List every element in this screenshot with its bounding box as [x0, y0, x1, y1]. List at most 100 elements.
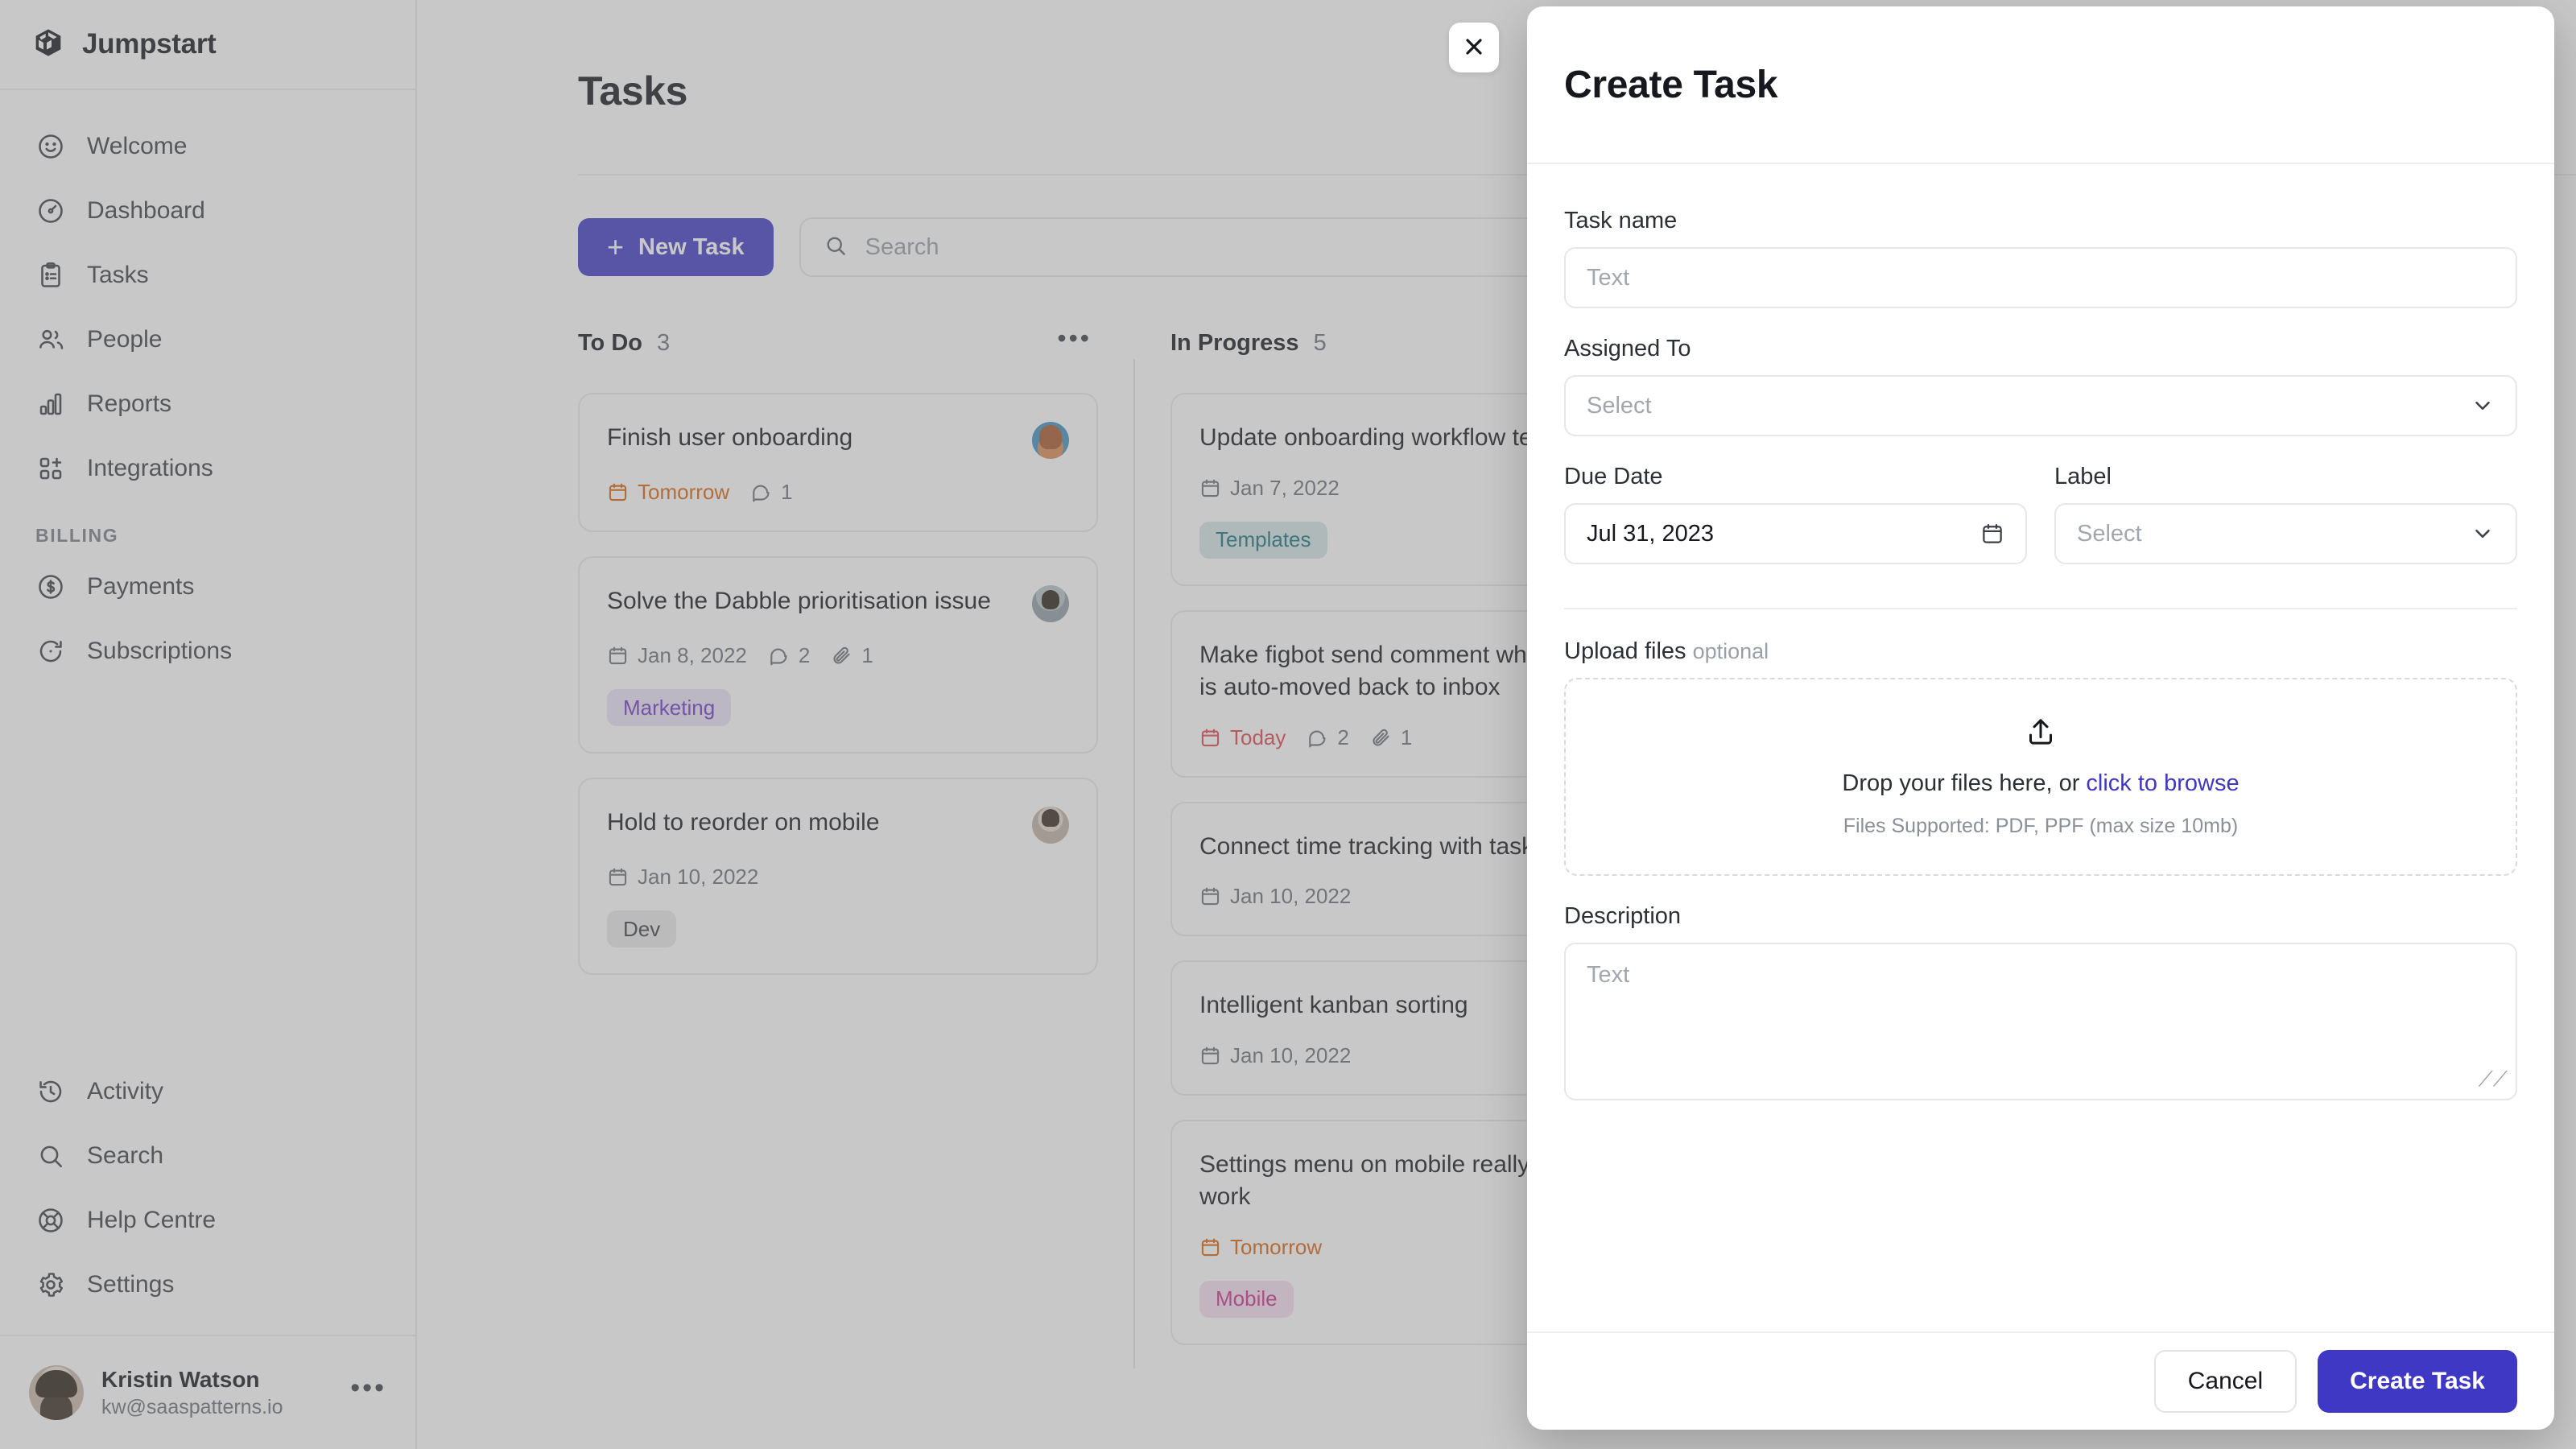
task-name-control[interactable] [1564, 247, 2517, 308]
column-header: To Do 3 ••• [578, 322, 1098, 364]
brand[interactable]: Jumpstart [0, 0, 415, 90]
file-dropzone[interactable]: Drop your files here, or click to browse… [1564, 678, 2517, 876]
sidebar-item-label: Welcome [87, 133, 188, 159]
card-comment-count: 2 [768, 643, 810, 668]
due-date-field: Due Date Jul 31, 2023 [1564, 464, 2027, 564]
paperclip-icon [831, 645, 852, 667]
sidebar-item-label: People [87, 326, 163, 353]
calendar-icon[interactable] [1980, 522, 2004, 546]
sidebar: Jumpstart Welcome Dashboard Tasks People… [0, 0, 417, 1449]
column-menu-icon[interactable]: ••• [1057, 325, 1092, 353]
search-icon [35, 1141, 66, 1171]
calendar-icon [1199, 727, 1221, 749]
status-badge: Dev [607, 910, 677, 947]
sidebar-item-label: Activity [87, 1078, 164, 1104]
card-attachment-count: 1 [831, 643, 873, 668]
sidebar-item-subscriptions[interactable]: Subscriptions [0, 619, 415, 683]
chevron-down-icon [2471, 522, 2495, 546]
create-task-modal: Create Task Task name Assigned To Select… [1527, 6, 2554, 1430]
card-due-date-text: Tomorrow [1230, 1234, 1323, 1259]
calendar-icon [1199, 1236, 1221, 1258]
card-comment-count-text: 2 [1337, 724, 1349, 749]
card-title: Solve the Dabble prioritisation issue [607, 588, 991, 614]
sidebar-user-row[interactable]: Kristin Watson kw@saaspatterns.io ••• [0, 1335, 415, 1449]
card-list: Finish user onboarding Tomorrow 1 Solve … [578, 393, 1098, 975]
new-task-label: New Task [638, 233, 745, 260]
new-task-button[interactable]: + New Task [578, 218, 774, 276]
upload-files-label: Upload files optional [1564, 638, 2517, 665]
smiley-icon [35, 131, 66, 162]
column-title: To Do [578, 329, 642, 356]
status-badge: Templates [1199, 521, 1327, 559]
card-comment-count: 1 [750, 480, 793, 505]
calendar-icon [1199, 477, 1221, 499]
card-attachment-count-text: 1 [1400, 724, 1413, 749]
create-task-submit-button[interactable]: Create Task [2318, 1350, 2517, 1413]
card-due-date-text: Jan 10, 2022 [1230, 884, 1352, 908]
label-select[interactable]: Select [2054, 503, 2517, 564]
description-textarea[interactable] [1587, 962, 2495, 1081]
task-card[interactable]: Finish user onboarding Tomorrow 1 [578, 393, 1098, 532]
due-date-control[interactable]: Jul 31, 2023 [1564, 503, 2027, 564]
status-badge: Marketing [607, 689, 732, 726]
cancel-button[interactable]: Cancel [2153, 1350, 2297, 1413]
task-card[interactable]: Solve the Dabble prioritisation issue Ja… [578, 556, 1098, 753]
dropzone-main-text: Drop your files here, or click to browse [1842, 770, 2239, 797]
sidebar-item-dashboard[interactable]: Dashboard [0, 179, 415, 243]
sidebar-item-activity[interactable]: Activity [0, 1059, 415, 1124]
modal-body: Task name Assigned To Select Due Date Ju… [1527, 164, 2554, 1331]
comment-icon [768, 645, 790, 667]
sidebar-item-label: Tasks [87, 262, 149, 288]
click-to-browse-link[interactable]: click to browse [2086, 770, 2239, 796]
cube-logo-icon [32, 27, 64, 63]
bar-chart-icon [35, 389, 66, 419]
card-meta: Tomorrow 1 [607, 480, 1069, 505]
sidebar-item-help-centre[interactable]: Help Centre [0, 1188, 415, 1253]
sidebar-item-label: Search [87, 1142, 164, 1169]
card-attachment-count-text: 1 [861, 643, 873, 667]
calendar-icon [607, 481, 629, 503]
card-meta: Jan 10, 2022 [607, 865, 1069, 890]
modal-header: Create Task [1527, 6, 2554, 164]
task-card[interactable]: Hold to reorder on mobile Jan 10, 2022 D… [578, 778, 1098, 975]
card-due-date: Jan 10, 2022 [607, 865, 758, 890]
upload-files-label-text: Upload files [1564, 638, 1686, 664]
card-comment-count: 2 [1307, 724, 1349, 750]
dropzone-supported-text: Files Supported: PDF, PPF (max size 10mb… [1843, 815, 2239, 837]
card-meta: Jan 8, 2022 2 1 [607, 643, 1069, 668]
task-name-input[interactable] [1587, 264, 2495, 291]
avatar [1032, 422, 1069, 459]
assigned-to-field: Assigned To Select [1564, 336, 2517, 436]
sidebar-item-welcome[interactable]: Welcome [0, 114, 415, 179]
sidebar-item-reports[interactable]: Reports [0, 372, 415, 436]
due-date-value: Jul 31, 2023 [1587, 520, 1715, 547]
sidebar-item-settings[interactable]: Settings [0, 1253, 415, 1317]
grid-plus-icon [35, 453, 66, 484]
paperclip-icon [1370, 727, 1392, 749]
card-title: Finish user onboarding [607, 424, 853, 451]
card-due-date: Jan 10, 2022 [1199, 1043, 1351, 1068]
calendar-icon [1199, 1045, 1221, 1067]
sidebar-item-tasks[interactable]: Tasks [0, 243, 415, 308]
description-label: Description [1564, 903, 1682, 929]
user-email: kw@saaspatterns.io [101, 1395, 283, 1418]
user-meta: Kristin Watson kw@saaspatterns.io [101, 1367, 283, 1419]
upload-icon [2025, 716, 2057, 748]
close-modal-button[interactable] [1449, 23, 1499, 72]
sidebar-item-integrations[interactable]: Integrations [0, 436, 415, 501]
card-top: Hold to reorder on mobile [607, 807, 1069, 844]
card-due-date: Tomorrow [1199, 1235, 1322, 1260]
sidebar-item-search[interactable]: Search [0, 1124, 415, 1188]
clipboard-icon [35, 260, 66, 291]
sidebar-section-billing: BILLING [35, 525, 119, 546]
comment-icon [1307, 727, 1328, 749]
description-control[interactable]: ⟋⟋ [1564, 943, 2517, 1100]
sidebar-item-people[interactable]: People [0, 308, 415, 372]
sidebar-item-label: Payments [87, 573, 195, 600]
card-due-date-text: Jan 10, 2022 [638, 865, 759, 889]
status-badge: Mobile [1199, 1280, 1294, 1318]
assigned-to-select[interactable]: Select [1564, 375, 2517, 436]
user-menu-icon[interactable]: ••• [350, 1374, 386, 1402]
sidebar-item-payments[interactable]: Payments [0, 555, 415, 619]
users-icon [35, 324, 66, 355]
